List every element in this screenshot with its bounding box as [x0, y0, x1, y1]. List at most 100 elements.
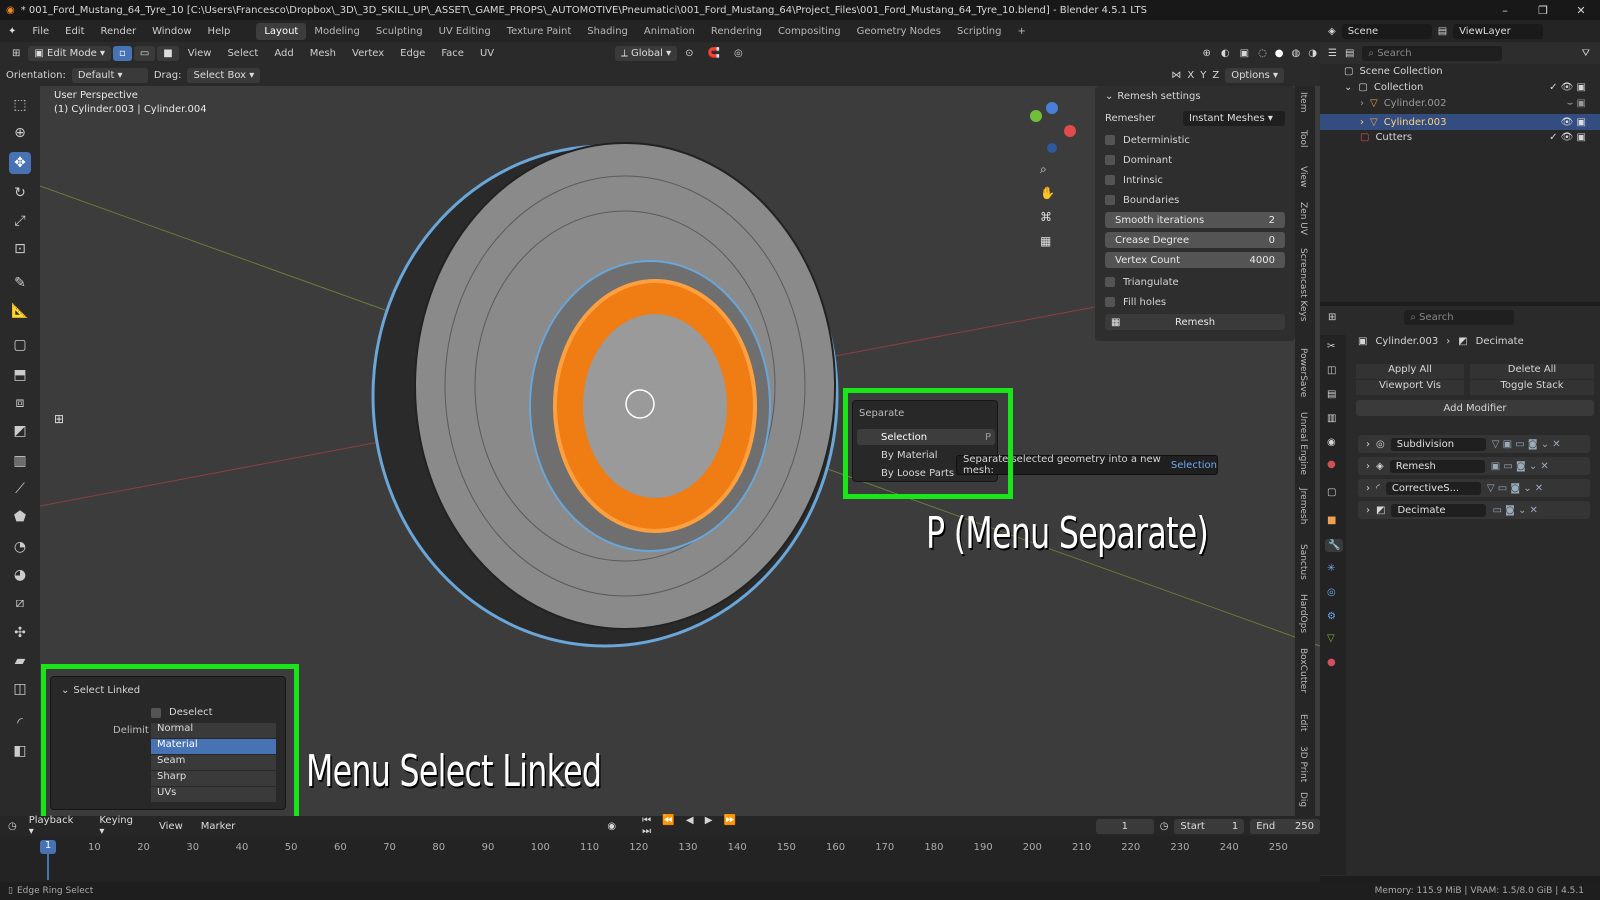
- editor-type-icon[interactable]: ⊞: [6, 48, 26, 59]
- overlays-icon[interactable]: ◐: [1217, 48, 1234, 59]
- viewport-gizmo-icon[interactable]: ⊕: [1198, 48, 1214, 59]
- menu-mesh[interactable]: Mesh: [303, 48, 343, 59]
- view-layer-tab-icon[interactable]: ▥: [1327, 413, 1336, 424]
- pivot-icon[interactable]: ⊙: [679, 48, 699, 59]
- axis-z-toggle[interactable]: Z: [1212, 70, 1219, 81]
- viewport-vis-button[interactable]: Viewport Vis: [1356, 380, 1464, 395]
- object-tab-icon[interactable]: ■: [1327, 515, 1336, 526]
- scale-icon[interactable]: ⤢: [9, 210, 31, 232]
- tab-rendering[interactable]: Rendering: [703, 23, 770, 40]
- scene-collection-row[interactable]: ▢ Scene Collection: [1344, 66, 1443, 77]
- tab-uv-editing[interactable]: UV Editing: [431, 23, 499, 40]
- axis-y-toggle[interactable]: Y: [1200, 70, 1206, 81]
- menu-select[interactable]: Select: [220, 48, 265, 59]
- options-dropdown[interactable]: Options ▾: [1225, 67, 1284, 83]
- tab-scripting[interactable]: Scripting: [949, 23, 1009, 40]
- scene-tab-icon[interactable]: ◉: [1327, 437, 1336, 448]
- sidetab-powersave[interactable]: PowerSave: [1298, 348, 1308, 397]
- shrink-fatten-icon[interactable]: ✣: [9, 622, 31, 644]
- modifier-toggles-icon[interactable]: ▭ ◙ ⌄ ✕: [1492, 505, 1537, 516]
- annotate-icon[interactable]: ✎: [9, 272, 31, 294]
- timeline-view-menu[interactable]: View: [153, 819, 189, 834]
- modifier-subdivision[interactable]: › ◎ Subdivision ▽ ▣ ▭ ◙ ⌄ ✕: [1358, 435, 1590, 453]
- modifier-decimate[interactable]: › ◩ Decimate ▭ ◙ ⌄ ✕: [1358, 501, 1590, 519]
- sidetab-item[interactable]: Item: [1298, 92, 1308, 113]
- sidetab-tool[interactable]: Tool: [1298, 130, 1308, 147]
- constraints-tab-icon[interactable]: ⚙: [1327, 611, 1336, 622]
- shading-rendered-icon[interactable]: ◑: [1305, 48, 1320, 59]
- properties-search-field[interactable]: ⌕ Search: [1404, 309, 1515, 325]
- bevel-icon[interactable]: ◩: [9, 420, 31, 442]
- tool-tab-icon[interactable]: ✂: [1327, 341, 1335, 352]
- physics-tab-icon[interactable]: ◎: [1327, 587, 1336, 598]
- menu-render[interactable]: Render: [93, 26, 145, 37]
- inset-icon[interactable]: ⧈: [9, 392, 31, 414]
- remesh-panel-header[interactable]: ⌄ Remesh settings: [1105, 88, 1285, 104]
- tab-compositing[interactable]: Compositing: [770, 23, 849, 40]
- axis-x-toggle[interactable]: X: [1187, 70, 1194, 81]
- minimize-button[interactable]: –: [1486, 4, 1524, 17]
- render-tab-icon[interactable]: ◫: [1327, 365, 1336, 376]
- rip-icon[interactable]: ◫: [9, 678, 31, 700]
- end-frame-field[interactable]: End 250: [1250, 818, 1321, 834]
- shear-icon[interactable]: ▰: [9, 650, 31, 672]
- poly-build-icon[interactable]: ⬟: [9, 506, 31, 528]
- menu-view[interactable]: View: [181, 48, 219, 59]
- shading-material-icon[interactable]: ◍: [1289, 48, 1304, 59]
- extrude-icon[interactable]: ⬒: [9, 364, 31, 386]
- rotate-icon[interactable]: ↻: [9, 182, 31, 204]
- tab-texture-paint[interactable]: Texture Paint: [499, 23, 580, 40]
- filter-icon[interactable]: ⛛: [1582, 48, 1600, 59]
- outliner-item-cylinder-003[interactable]: › ▽ Cylinder.003 👁 ▣: [1320, 114, 1600, 130]
- snap-icon[interactable]: 🧲: [702, 48, 726, 59]
- viewlayer-field[interactable]: ViewLayer: [1453, 23, 1544, 39]
- scene-field[interactable]: Scene: [1341, 23, 1432, 39]
- sidetab-screencast-keys[interactable]: Screencast Keys: [1298, 248, 1308, 322]
- vertex-select-icon[interactable]: ▫: [113, 45, 132, 61]
- remesh-button[interactable]: ▦ Remesh: [1105, 314, 1285, 330]
- sidetab-unreal-engine[interactable]: Unreal Engine: [1298, 412, 1308, 475]
- sidetab-boxcutter[interactable]: BoxCutter: [1298, 648, 1308, 693]
- outliner-item-cutters[interactable]: ▢ Cutters ✓ 👁 ▣: [1360, 132, 1594, 143]
- menu-face[interactable]: Face: [434, 48, 471, 59]
- sidetab-3d-print[interactable]: 3D Print: [1298, 746, 1308, 782]
- transform-icon[interactable]: ⊡: [9, 238, 31, 260]
- tab-modeling[interactable]: Modeling: [306, 23, 368, 40]
- tab-animation[interactable]: Animation: [636, 23, 703, 40]
- record-icon[interactable]: ◉: [607, 821, 616, 832]
- menu-vertex[interactable]: Vertex: [345, 48, 391, 59]
- add-workspace-button[interactable]: +: [1009, 23, 1033, 40]
- mode-dropdown[interactable]: ▣ Edit Mode ▾: [28, 45, 112, 61]
- material-tab-icon[interactable]: ●: [1327, 657, 1336, 668]
- face-select-icon[interactable]: ■: [157, 45, 179, 61]
- current-frame-field[interactable]: 1: [1095, 818, 1154, 834]
- toggle-stack-button[interactable]: Toggle Stack: [1470, 380, 1594, 395]
- transform-orientation-dropdown[interactable]: ⟂ Global ▾: [615, 45, 678, 61]
- timeline-editor-icon[interactable]: ◷: [8, 821, 17, 832]
- collection-row[interactable]: ⌄ ▢ Collection ✓ 👁 ▣: [1344, 82, 1594, 93]
- visibility-eye-icon[interactable]: 👁 ▣: [1561, 117, 1600, 128]
- tab-geometry-nodes[interactable]: Geometry Nodes: [849, 23, 949, 40]
- shading-solid-icon[interactable]: ●: [1272, 48, 1287, 59]
- edge-select-icon[interactable]: ▭: [133, 45, 156, 61]
- remesher-dropdown[interactable]: Instant Meshes ▾: [1183, 110, 1285, 126]
- camera-view-icon[interactable]: ⌘: [1040, 210, 1052, 224]
- modifier-remesh[interactable]: › ◈ Remesh ▣ ▭ ◙ ⌄ ✕: [1358, 457, 1590, 475]
- modifier-toggles-icon[interactable]: ▽ ▣ ▭ ◙ ⌄ ✕: [1492, 439, 1561, 450]
- intrinsic-checkbox[interactable]: Intrinsic: [1105, 172, 1285, 188]
- timeline-ruler[interactable]: 10 20 30 40 50 60 70 80 90 100 110 120 130 140 150 160 1…: [0, 836, 1320, 882]
- start-frame-field[interactable]: Start 1: [1174, 818, 1245, 834]
- proportional-edit-icon[interactable]: ◎: [728, 48, 749, 59]
- deterministic-checkbox[interactable]: Deterministic: [1105, 132, 1285, 148]
- knife-icon[interactable]: ⟋: [9, 478, 31, 500]
- zoom-icon[interactable]: ⌕: [1040, 162, 1047, 177]
- sidetab-zen-uv[interactable]: Zen UV: [1298, 202, 1308, 235]
- loop-cut-icon[interactable]: ▥: [9, 450, 31, 472]
- maximize-button[interactable]: ❐: [1524, 4, 1562, 17]
- tab-layout[interactable]: Layout: [256, 22, 307, 40]
- playback-controls-icon[interactable]: ⏮ ⏪ ◀ ▶ ⏩ ⏭: [642, 815, 760, 837]
- modifier-tab-icon[interactable]: 🔧: [1325, 539, 1344, 552]
- edge-slide-icon[interactable]: ⧄: [9, 592, 31, 614]
- dominant-checkbox[interactable]: Dominant: [1105, 152, 1285, 168]
- boundaries-checkbox[interactable]: Boundaries: [1105, 192, 1285, 208]
